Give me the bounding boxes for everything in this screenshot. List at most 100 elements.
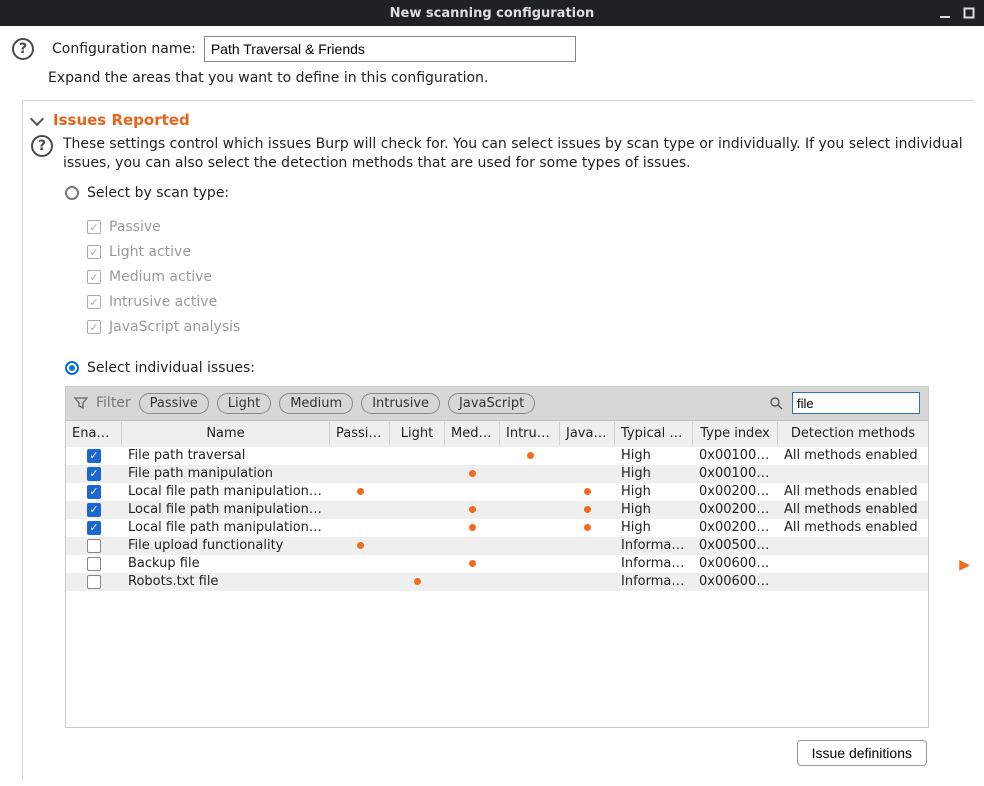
cell-severity: High xyxy=(615,466,693,481)
section-description: These settings control which issues Burp… xyxy=(63,135,968,173)
table-row[interactable]: Local file path manipulation (DO…High0x0… xyxy=(66,483,928,501)
dot-icon xyxy=(469,506,476,513)
cell-detection: All methods enabled xyxy=(778,484,928,499)
cell-name: File path manipulation xyxy=(122,466,330,481)
cell-typeindex: 0x00100300 xyxy=(693,448,778,463)
expand-right-icon[interactable]: ▶ xyxy=(959,557,970,573)
config-name-input[interactable] xyxy=(204,36,576,62)
window-title: New scanning configuration xyxy=(390,6,595,21)
table-row[interactable]: Local file path manipulation (refl…High0… xyxy=(66,501,928,519)
cell-typeindex: 0x00100B00 xyxy=(693,466,778,481)
radio-scan-type[interactable]: Select by scan type: xyxy=(65,185,974,201)
cell-enabled[interactable] xyxy=(66,449,122,463)
cell-name: File upload functionality xyxy=(122,538,330,553)
cell-medium xyxy=(445,506,500,513)
cell-detection: All methods enabled xyxy=(778,448,928,463)
enabled-checkbox[interactable] xyxy=(87,503,101,517)
section-header[interactable]: Issues Reported xyxy=(29,111,974,129)
cell-detection: All methods enabled xyxy=(778,502,928,517)
maximize-icon[interactable] xyxy=(960,4,978,22)
col-light[interactable]: Light xyxy=(390,422,445,445)
radio-icon xyxy=(65,186,79,200)
cell-name: Local file path manipulation (stor… xyxy=(122,520,330,535)
table-body: File path traversalHigh0x00100300All met… xyxy=(66,447,928,727)
cell-enabled[interactable] xyxy=(66,539,122,553)
filter-chip-light[interactable]: Light xyxy=(217,393,271,414)
cell-name: Local file path manipulation (refl… xyxy=(122,502,330,517)
table-row[interactable]: Backup fileInformation0x006000D8 xyxy=(66,555,928,573)
table-header: Enabled Name Passive Light Medium Intrus… xyxy=(66,421,928,447)
cell-name: Local file path manipulation (DO… xyxy=(122,484,330,499)
cell-name: File path traversal xyxy=(122,448,330,463)
dot-icon xyxy=(584,506,591,513)
col-detection[interactable]: Detection methods xyxy=(778,422,928,445)
minimize-icon[interactable] xyxy=(936,4,954,22)
cell-enabled[interactable] xyxy=(66,557,122,571)
header-area: ? Configuration name: xyxy=(0,26,984,68)
cell-medium xyxy=(445,524,500,531)
scan-type-list: Passive Light active Medium active Intru… xyxy=(65,211,974,350)
issues-table: Filter Passive Light Medium Intrusive Ja… xyxy=(65,386,929,728)
dot-icon xyxy=(469,524,476,531)
cell-passive xyxy=(330,542,390,549)
col-severity[interactable]: Typical sev… xyxy=(615,422,693,445)
cell-severity: Information xyxy=(615,574,693,589)
cell-enabled[interactable] xyxy=(66,575,122,589)
search-icon[interactable] xyxy=(768,395,784,411)
cell-severity: High xyxy=(615,520,693,535)
checkbox-icon xyxy=(87,245,101,259)
cell-passive xyxy=(330,488,390,495)
table-row[interactable]: Local file path manipulation (stor…High0… xyxy=(66,519,928,537)
filter-icon[interactable] xyxy=(74,396,88,410)
enabled-checkbox[interactable] xyxy=(87,521,101,535)
col-enabled[interactable]: Enabled xyxy=(66,422,122,445)
col-name[interactable]: Name xyxy=(122,422,330,445)
table-row[interactable]: File upload functionalityInformation0x00… xyxy=(66,537,928,555)
config-name-label: Configuration name: xyxy=(52,41,196,57)
cell-typeindex: 0x00200350 xyxy=(693,484,778,499)
table-row[interactable]: File path traversal High0x00100300All met… xyxy=(66,447,928,465)
enabled-checkbox[interactable] xyxy=(87,485,101,499)
enabled-checkbox[interactable] xyxy=(87,467,101,481)
table-row[interactable]: File path manipulation High0x00100B00 xyxy=(66,465,928,483)
table-row[interactable]: Robots.txt fileInformation0x00600600 xyxy=(66,573,928,591)
help-icon[interactable]: ? xyxy=(12,38,34,60)
cell-javascript xyxy=(560,488,615,495)
col-typeindex[interactable]: Type index xyxy=(693,422,778,445)
filter-chip-javascript[interactable]: JavaScript xyxy=(448,393,535,414)
cell-severity: High xyxy=(615,448,693,463)
radio-scan-type-label: Select by scan type: xyxy=(87,185,229,201)
filter-label: Filter xyxy=(96,395,131,411)
help-icon[interactable]: ? xyxy=(31,135,53,157)
cell-medium xyxy=(445,470,500,477)
enabled-checkbox[interactable] xyxy=(87,557,101,571)
enabled-checkbox[interactable] xyxy=(87,539,101,553)
cell-typeindex: 0x00500980 xyxy=(693,538,778,553)
col-medium[interactable]: Medium xyxy=(445,422,500,445)
dot-icon xyxy=(469,560,476,567)
radio-individual[interactable]: Select individual issues: xyxy=(65,360,974,376)
checkbox-icon xyxy=(87,220,101,234)
col-intrusive[interactable]: Intrusive xyxy=(500,422,560,445)
cell-typeindex: 0x006000D8 xyxy=(693,556,778,571)
col-passive[interactable]: Passive xyxy=(330,422,390,445)
checkbox-icon xyxy=(87,320,101,334)
cell-enabled[interactable] xyxy=(66,521,122,535)
col-javascript[interactable]: JavaS… xyxy=(560,422,615,445)
dot-icon xyxy=(584,524,591,531)
cell-name: Backup file xyxy=(122,556,330,571)
filter-chip-intrusive[interactable]: Intrusive xyxy=(361,393,440,414)
cell-enabled[interactable] xyxy=(66,485,122,499)
filter-chip-medium[interactable]: Medium xyxy=(279,393,353,414)
cell-javascript xyxy=(560,524,615,531)
enabled-checkbox[interactable] xyxy=(87,449,101,463)
issue-definitions-button[interactable]: Issue definitions xyxy=(797,740,927,766)
enabled-checkbox[interactable] xyxy=(87,575,101,589)
filter-chip-passive[interactable]: Passive xyxy=(139,393,209,414)
cell-enabled[interactable] xyxy=(66,467,122,481)
chevron-down-icon xyxy=(29,112,45,128)
cell-enabled[interactable] xyxy=(66,503,122,517)
search-input[interactable] xyxy=(792,392,920,414)
section-title: Issues Reported xyxy=(53,111,190,129)
scan-type-label: Light active xyxy=(109,244,191,260)
